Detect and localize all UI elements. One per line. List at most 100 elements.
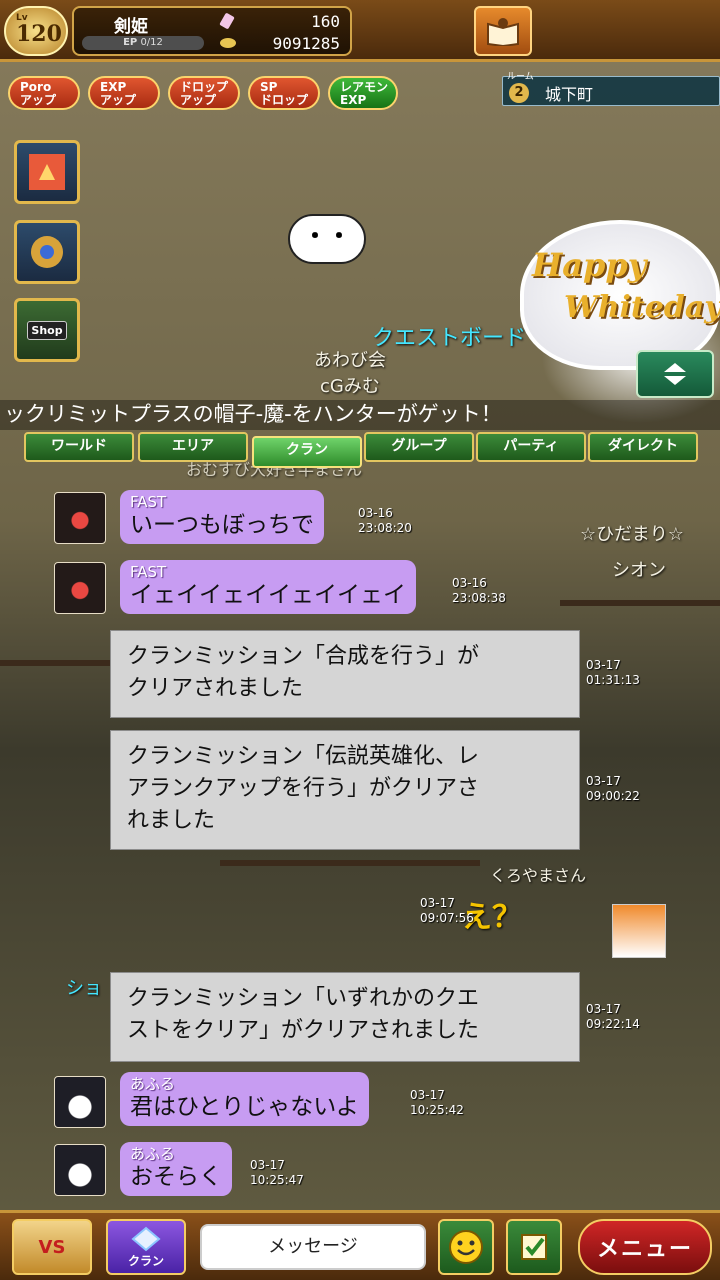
system-message: クランミッション「伝説英雄化、レ アランクアップを行う」がクリアさ れました	[110, 730, 580, 850]
room-indicator[interactable]: ルーム 2 城下町	[502, 72, 720, 106]
clan-label: クラン	[127, 1253, 164, 1268]
ep-value: 0/12	[140, 37, 163, 48]
player-label[interactable]: ☆ひだまり☆	[580, 520, 684, 546]
date: 03-17	[586, 658, 621, 672]
boost-exp-up[interactable]: EXP アップ	[88, 76, 160, 110]
chat-channel-tabs: ワールド エリア クラン グループ パーティ ダイレクト	[0, 430, 720, 468]
message-text: 君はひとりじゃないよ	[130, 1094, 359, 1120]
time: 10:25:47	[250, 1173, 304, 1187]
coin-icon	[220, 38, 236, 48]
up-down-arrow-icon	[664, 363, 686, 385]
avatar[interactable]	[54, 562, 106, 614]
time: 23:08:20	[358, 521, 412, 535]
date: 03-17	[250, 1158, 285, 1172]
skill-icon	[29, 154, 65, 190]
time: 10:25:42	[410, 1103, 464, 1117]
tab-label: エリア	[172, 438, 214, 454]
system-text: れました	[127, 808, 216, 833]
boost-label: SP ドロップ	[260, 80, 309, 107]
stamp-button[interactable]	[506, 1219, 562, 1275]
message-input[interactable]: メッセージ	[200, 1224, 426, 1270]
date: 03-16	[358, 506, 393, 520]
tab-area[interactable]: エリア	[138, 432, 248, 462]
time: 09:22:14	[586, 1017, 640, 1031]
shop-label: Shop	[27, 320, 67, 340]
message-text: イェイイェイイェイイェイ	[130, 582, 406, 608]
boost-sp-drop[interactable]: SP ドロップ	[248, 76, 320, 110]
room-name: 城下町	[545, 85, 594, 104]
emoji-button[interactable]	[438, 1219, 494, 1275]
profile-book-button[interactable]	[474, 6, 532, 56]
menu-button[interactable]: メニュー	[578, 1219, 712, 1275]
boost-label: ドロップ アップ	[180, 80, 229, 107]
expand-collapse-button[interactable]	[636, 350, 714, 398]
tab-label: ワールド	[51, 438, 107, 454]
happy-whiteday-sign: Happy Whiteday	[520, 220, 720, 370]
equipment-button[interactable]	[14, 220, 80, 284]
menu-label: メニュー	[596, 1237, 693, 1262]
chat-bubble: あふる 君はひとりじゃないよ	[120, 1072, 369, 1126]
tab-label: グループ	[391, 438, 447, 454]
timestamp: 03-16 23:08:20	[358, 506, 412, 536]
boost-label: EXP アップ	[100, 80, 137, 107]
speech-bubble: ・・	[288, 214, 366, 264]
shop-button[interactable]: Shop	[14, 298, 80, 362]
player-label[interactable]: あわび会	[314, 346, 386, 372]
date: 03-16	[452, 576, 487, 590]
timestamp: 03-17 01:31:13	[586, 658, 640, 688]
avatar[interactable]	[54, 1076, 106, 1128]
clan-emblem-icon	[131, 1226, 161, 1251]
time: 23:08:38	[452, 591, 506, 605]
ep-label: EP	[123, 37, 138, 48]
player-label[interactable]: シオン	[612, 556, 666, 582]
equipment-icon	[31, 236, 63, 268]
player-label[interactable]: くろやまさん	[490, 862, 586, 886]
boost-label: レアモン EXP	[340, 80, 389, 107]
chat-bubble: FAST イェイイェイイェイイェイ	[120, 560, 416, 614]
timestamp: 03-17 09:22:14	[586, 1002, 640, 1032]
player-label[interactable]: ショ	[66, 974, 102, 1000]
player-avatar-fox[interactable]	[612, 904, 666, 958]
system-text: クランミッション「いずれかのクエ	[127, 986, 480, 1011]
tab-group[interactable]: グループ	[364, 432, 474, 462]
clan-button[interactable]: クラン	[106, 1219, 186, 1275]
level-value: 120	[16, 21, 62, 47]
tab-label: クラン	[286, 442, 328, 458]
player-name: 剣姫	[114, 17, 148, 37]
room-number: 2	[509, 83, 529, 103]
tab-label: パーティ	[503, 438, 559, 454]
whiteday-text: Whiteday	[564, 290, 720, 325]
player-label[interactable]: cGみむ	[320, 372, 380, 398]
quest-board-label[interactable]: クエストボード	[372, 320, 526, 352]
avatar[interactable]	[54, 1144, 106, 1196]
tab-clan[interactable]: クラン	[252, 436, 362, 468]
skill-up-button[interactable]	[14, 140, 80, 204]
message-text: おそらく	[130, 1164, 222, 1190]
avatar[interactable]	[54, 492, 106, 544]
timestamp: 03-17 10:25:47	[250, 1158, 304, 1188]
coin-count: 9091285	[272, 34, 340, 53]
tab-party[interactable]: パーティ	[476, 432, 586, 462]
boost-poro-up[interactable]: Poro アップ	[8, 76, 80, 110]
bottom-toolbar: VS クラン メッセージ メニュー	[0, 1210, 720, 1280]
boost-drop-up[interactable]: ドロップ アップ	[168, 76, 240, 110]
timestamp: 03-17 09:07:56	[420, 896, 474, 926]
chat-bubble: FAST いーつもぼっちで	[120, 490, 324, 544]
gem-icon	[219, 12, 235, 30]
player-info-box: 剣姫 EP 0/12 160 9091285	[72, 6, 352, 56]
timestamp: 03-16 23:08:38	[452, 576, 506, 606]
message-text: いーつもぼっちで	[130, 512, 314, 538]
tab-direct[interactable]: ダイレクト	[588, 432, 698, 462]
system-text: ストをクリア」がクリアされました	[127, 1018, 480, 1043]
ep-bar: EP 0/12	[82, 36, 204, 50]
time: 09:00:22	[586, 789, 640, 803]
pvp-button[interactable]: VS	[12, 1219, 92, 1275]
time: 09:07:56	[420, 911, 474, 925]
vs-label: VS	[38, 1236, 66, 1258]
timestamp: 03-17 09:00:22	[586, 774, 640, 804]
player-status-bar: Lv 120 剣姫 EP 0/12 160 9091285	[0, 0, 720, 62]
tab-world[interactable]: ワールド	[24, 432, 134, 462]
announcement-ticker: ックリミットプラスの帽子-魔-をハンターがゲット！	[0, 400, 720, 430]
boost-raremon-exp[interactable]: レアモン EXP	[328, 76, 398, 110]
sender-name: あふる	[130, 1075, 176, 1093]
